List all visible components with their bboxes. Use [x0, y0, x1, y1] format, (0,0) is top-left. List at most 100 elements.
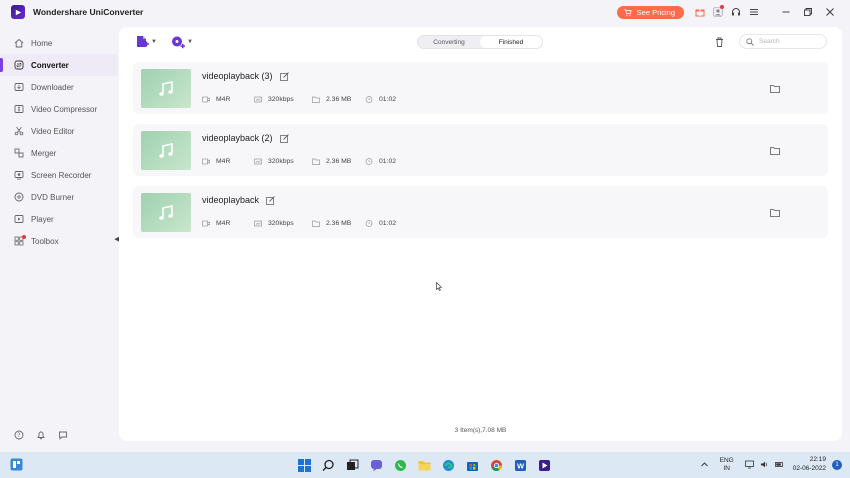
see-pricing-label: See Pricing: [636, 7, 675, 17]
account-icon[interactable]: [710, 4, 726, 20]
battery-icon[interactable]: [774, 460, 784, 469]
music-note-icon: [159, 204, 173, 220]
widgets-icon[interactable]: [10, 458, 23, 471]
delete-all-button[interactable]: [715, 37, 724, 49]
disc-icon: [14, 192, 24, 202]
file-format: M4R: [216, 158, 231, 165]
file-summary: 3 Item(s),7.08 MB: [454, 427, 507, 434]
file-size: 2.36 MB: [326, 96, 352, 103]
mouse-cursor-icon: [436, 282, 442, 291]
tab-converting[interactable]: Converting: [418, 36, 480, 48]
sidebar-item-dvd-burner[interactable]: DVD Burner: [0, 186, 118, 208]
start-menu-icon[interactable]: [296, 456, 312, 474]
sidebar-item-label: Downloader: [31, 82, 74, 92]
sidebar-item-downloader[interactable]: Downloader: [0, 76, 118, 98]
merge-icon: [14, 148, 24, 158]
system-tray: ENG IN 22:19 02-06-2022 1: [697, 456, 842, 473]
search-box[interactable]: [739, 34, 827, 49]
edit-icon[interactable]: [279, 71, 289, 81]
language-indicator[interactable]: ENG IN: [720, 457, 734, 473]
gift-icon[interactable]: [692, 4, 708, 20]
audio-thumbnail: [141, 193, 191, 232]
file-duration: 01:02: [379, 96, 397, 103]
sidebar-item-screen-recorder[interactable]: Screen Recorder: [0, 164, 118, 186]
audio-thumbnail: [141, 131, 191, 170]
main-panel: ▼ ▼ Converting Finished videoplayback (3…: [119, 27, 842, 441]
app-logo-icon: [11, 5, 25, 19]
sidebar-item-video-compressor[interactable]: Video Compressor: [0, 98, 118, 120]
file-format: M4R: [216, 96, 231, 103]
edit-icon[interactable]: [279, 133, 289, 143]
see-pricing-button[interactable]: See Pricing: [616, 5, 684, 19]
record-icon: [14, 171, 24, 180]
svg-text:?: ?: [17, 432, 20, 439]
edit-icon[interactable]: [266, 195, 275, 205]
notification-count-badge[interactable]: 1: [832, 459, 842, 470]
music-note-icon: [159, 142, 173, 158]
edge-browser-icon[interactable]: [440, 456, 456, 474]
sidebar-item-label: Video Editor: [31, 126, 75, 136]
help-icon[interactable]: ?: [14, 430, 24, 440]
menu-icon[interactable]: [746, 4, 762, 20]
volume-icon[interactable]: [760, 460, 769, 469]
minimize-icon[interactable]: [778, 4, 794, 20]
store-icon[interactable]: [464, 456, 480, 474]
clock[interactable]: 22:19 02-06-2022: [793, 456, 826, 473]
open-folder-button[interactable]: [770, 85, 780, 95]
sidebar-item-video-editor[interactable]: Video Editor: [0, 120, 118, 142]
display-icon[interactable]: [744, 460, 754, 469]
toolbar: ▼ ▼ Converting Finished: [119, 27, 842, 57]
scissors-icon: [14, 126, 24, 136]
sidebar-item-toolbox[interactable]: Toolbox: [0, 230, 118, 252]
sidebar-item-home[interactable]: Home: [0, 32, 118, 54]
support-headset-icon[interactable]: [728, 4, 744, 20]
video-format-icon: [202, 158, 210, 165]
sidebar-item-converter[interactable]: Converter: [0, 54, 118, 76]
chrome-icon[interactable]: [488, 456, 504, 474]
search-input[interactable]: [759, 38, 819, 45]
sidebar-item-player[interactable]: Player: [0, 208, 118, 230]
whatsapp-icon[interactable]: [392, 456, 408, 474]
restore-icon[interactable]: [800, 4, 816, 20]
file-size: 2.36 MB: [326, 220, 352, 227]
play-icon: [14, 215, 24, 223]
file-row[interactable]: videoplayback (3) M4R 320kbps 2.36 MB 01…: [133, 62, 828, 114]
file-duration: 01:02: [379, 158, 397, 165]
search-icon: [746, 37, 754, 46]
file-name: videoplayback (3): [202, 71, 273, 81]
sidebar-item-label: Toolbox: [31, 236, 59, 246]
sidebar-item-label: DVD Burner: [31, 192, 75, 202]
chevron-up-icon[interactable]: [700, 460, 709, 469]
uniconverter-taskbar-icon[interactable]: [536, 456, 552, 474]
sidebar: Home Converter Downloader Video Compress…: [0, 32, 118, 446]
sidebar-item-merger[interactable]: Merger: [0, 142, 118, 164]
clock-time: 22:19: [809, 456, 826, 463]
task-view-icon[interactable]: [344, 456, 360, 474]
notification-bell-icon[interactable]: [36, 430, 46, 440]
file-duration: 01:02: [379, 220, 397, 227]
feedback-icon[interactable]: [58, 430, 68, 440]
search-taskbar-icon[interactable]: [320, 456, 336, 474]
video-format-icon: [202, 220, 210, 227]
clock-icon: [365, 220, 373, 227]
file-row[interactable]: videoplayback M4R 320kbps 2.36 MB 01:02: [133, 186, 828, 238]
open-folder-button[interactable]: [770, 209, 780, 219]
open-folder-button[interactable]: [770, 147, 780, 157]
chat-icon[interactable]: [368, 456, 384, 474]
app-title: Wondershare UniConverter: [33, 7, 144, 17]
file-row[interactable]: videoplayback (2) M4R 320kbps 2.36 MB 01…: [133, 124, 828, 176]
load-dvd-button[interactable]: ▼: [171, 35, 193, 49]
sidebar-item-label: Video Compressor: [31, 104, 98, 114]
word-icon[interactable]: W: [512, 456, 528, 474]
file-bitrate: 320kbps: [268, 220, 294, 227]
clock-icon: [365, 96, 373, 103]
compress-icon: [14, 105, 24, 113]
bitrate-icon: [254, 220, 262, 227]
converter-icon: [14, 60, 24, 70]
file-explorer-icon[interactable]: [416, 456, 432, 474]
add-files-button[interactable]: ▼: [135, 35, 157, 49]
close-icon[interactable]: [822, 4, 838, 20]
tab-finished[interactable]: Finished: [480, 36, 542, 48]
file-name: videoplayback: [202, 195, 260, 205]
cart-icon: [623, 8, 632, 16]
